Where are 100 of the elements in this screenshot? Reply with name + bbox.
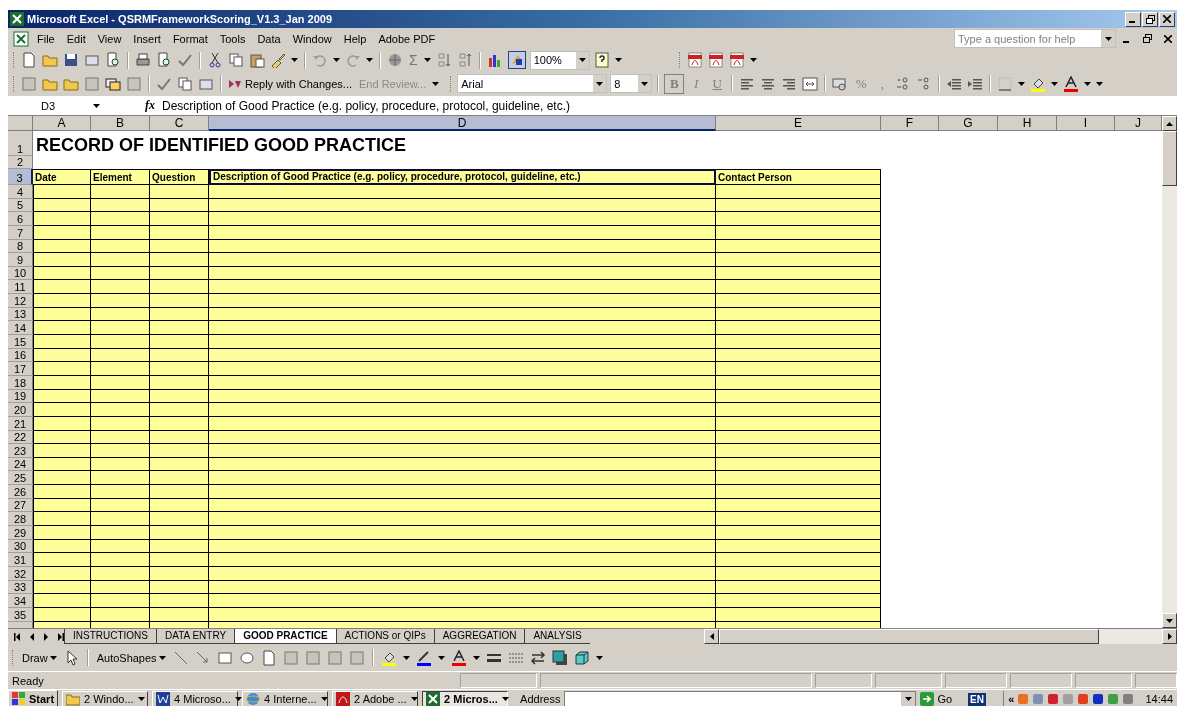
table-cell[interactable] <box>716 485 881 499</box>
arrow-style-icon[interactable] <box>529 649 546 666</box>
table-cell[interactable] <box>91 403 150 417</box>
row-header[interactable]: 23 <box>8 444 33 458</box>
table-cell[interactable] <box>716 294 881 308</box>
row-header[interactable]: 28 <box>8 512 33 526</box>
table-cell[interactable] <box>209 594 716 608</box>
table-cell[interactable] <box>716 526 881 540</box>
table-cell[interactable] <box>209 553 716 567</box>
dropdown-arrow-icon[interactable] <box>749 58 757 62</box>
table-cell[interactable] <box>716 362 881 376</box>
column-header[interactable]: H <box>998 116 1057 131</box>
table-cell[interactable] <box>150 253 209 267</box>
table-cell[interactable] <box>91 294 150 308</box>
scroll-down-button[interactable] <box>1162 613 1177 628</box>
scroll-left-button[interactable] <box>704 629 719 644</box>
show-hidden-icons-button[interactable]: « <box>1008 693 1015 705</box>
autoshapes-menu-button[interactable]: AutoShapes <box>94 651 168 664</box>
shadow-icon[interactable] <box>551 649 568 666</box>
column-header[interactable]: I <box>1057 116 1115 131</box>
help-search-field[interactable]: Type a question for help <box>954 29 1116 48</box>
dropdown-arrow-icon[interactable] <box>904 697 912 701</box>
table-cell[interactable] <box>716 185 881 199</box>
table-cell[interactable] <box>33 512 91 526</box>
table-cell[interactable] <box>33 280 91 295</box>
tab-scroll-icon[interactable] <box>56 632 64 641</box>
row-header[interactable]: 25 <box>8 471 33 486</box>
menu-item[interactable]: Edit <box>61 31 91 46</box>
dropdown-arrow-icon[interactable] <box>333 58 340 62</box>
format-painter-icon[interactable] <box>270 52 286 68</box>
menu-item[interactable]: View <box>92 31 127 46</box>
dropdown-arrow-icon[interactable] <box>1051 81 1059 86</box>
table-cell[interactable] <box>716 471 881 486</box>
row-header[interactable]: 20 <box>8 403 33 417</box>
bar-chart-icon[interactable] <box>486 52 503 68</box>
start-button[interactable]: Start <box>8 690 59 706</box>
table-cell[interactable] <box>91 280 150 295</box>
print-preview-icon[interactable] <box>156 52 172 68</box>
table-cell[interactable] <box>209 471 716 486</box>
minimize-button[interactable] <box>1125 11 1141 27</box>
table-header-cell[interactable]: Question <box>150 169 209 185</box>
table-header-cell[interactable]: Description of Good Practice (e.g. policy, procedure, protocol, guideline, etc.) <box>209 169 716 185</box>
table-cell[interactable] <box>33 485 91 499</box>
menu-item[interactable]: Adobe PDF <box>373 31 441 46</box>
table-cell[interactable] <box>33 212 91 226</box>
table-cell[interactable] <box>91 362 150 376</box>
table-cell[interactable] <box>150 471 209 486</box>
close-button[interactable] <box>1159 11 1175 27</box>
table-cell[interactable] <box>33 444 91 458</box>
table-cell[interactable] <box>209 335 716 349</box>
table-cell[interactable] <box>150 553 209 567</box>
name-box[interactable]: D3 <box>8 97 88 114</box>
rectangle-icon[interactable] <box>216 649 233 666</box>
font-color-icon[interactable] <box>1063 75 1080 92</box>
menu-item[interactable]: Tools <box>214 31 251 46</box>
cut-icon[interactable] <box>207 52 223 68</box>
table-cell[interactable] <box>33 553 91 567</box>
row-header[interactable]: 14 <box>8 321 33 336</box>
taskbar-button[interactable]: 4 Microso... <box>152 691 239 706</box>
column-header[interactable]: B <box>91 116 150 131</box>
sheet-tab[interactable]: GOOD PRACTICE <box>234 629 336 644</box>
table-cell[interactable] <box>33 253 91 267</box>
table-cell[interactable] <box>91 335 150 349</box>
table-cell[interactable] <box>150 444 209 458</box>
table-cell[interactable] <box>91 253 150 267</box>
row-header[interactable]: 29 <box>8 526 33 540</box>
menu-item[interactable]: Data <box>252 31 286 46</box>
scroll-up-button[interactable] <box>1162 116 1177 131</box>
line-color-icon[interactable] <box>415 649 432 666</box>
row-header[interactable]: 6 <box>8 212 33 226</box>
sheet-tab[interactable]: ANALYSIS <box>524 629 590 644</box>
table-cell[interactable] <box>209 362 716 376</box>
dropdown-arrow-icon[interactable] <box>614 58 622 62</box>
oval-icon[interactable] <box>238 649 255 666</box>
taskbar-button[interactable]: 2 Windo... <box>62 691 149 706</box>
table-cell[interactable] <box>91 212 150 226</box>
table-cell[interactable] <box>716 335 881 349</box>
table-cell[interactable] <box>150 321 209 336</box>
pdf-icon[interactable] <box>686 52 703 68</box>
windows-icon[interactable] <box>105 75 121 92</box>
menu-item[interactable]: Insert <box>128 31 166 46</box>
table-cell[interactable] <box>33 471 91 486</box>
taskbar-button[interactable]: 4 Interne... <box>242 691 329 706</box>
sheet-tab[interactable]: AGGREGATION <box>433 629 525 644</box>
table-cell[interactable] <box>91 444 150 458</box>
table-cell[interactable] <box>150 185 209 199</box>
table-cell[interactable] <box>209 253 716 267</box>
dropdown-arrow-icon[interactable] <box>423 58 431 62</box>
table-cell[interactable] <box>150 512 209 526</box>
formula-field[interactable]: Description of Good Practice (e.g. policy, procedure, protocol, guideline, etc.) <box>159 98 1177 113</box>
table-cell[interactable] <box>209 185 716 199</box>
scroll-right-button[interactable] <box>1162 629 1177 644</box>
dropdown-arrow-icon[interactable] <box>595 655 603 660</box>
tab-scroll-icon[interactable] <box>14 632 22 641</box>
drawing-icon[interactable] <box>507 51 526 69</box>
row-header[interactable]: 11 <box>8 280 33 295</box>
table-cell[interactable] <box>209 526 716 540</box>
table-cell[interactable] <box>150 485 209 499</box>
font-size-dropdown[interactable]: 8 <box>610 74 653 93</box>
table-cell[interactable] <box>33 185 91 199</box>
